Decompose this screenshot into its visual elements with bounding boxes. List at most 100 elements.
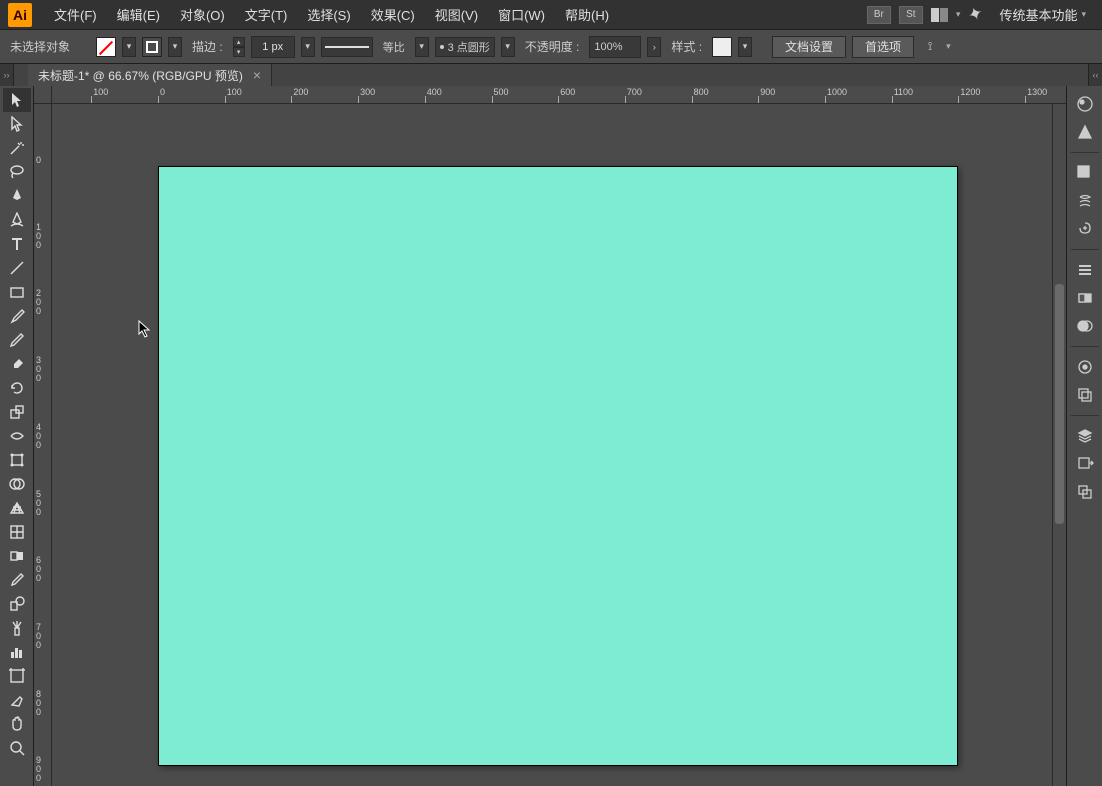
transparency-panel-icon[interactable]	[1072, 314, 1098, 338]
rotate-tool[interactable]	[3, 376, 31, 400]
opacity-label: 不透明度 :	[521, 38, 584, 55]
menu-edit[interactable]: 编辑(E)	[107, 0, 170, 30]
layers-panel-icon[interactable]	[1072, 424, 1098, 448]
gradient-panel-icon[interactable]	[1072, 286, 1098, 310]
rectangle-tool[interactable]	[3, 280, 31, 304]
artboard-tool[interactable]	[3, 664, 31, 688]
menu-type[interactable]: 文字(T)	[235, 0, 298, 30]
opacity-input[interactable]: 100%	[589, 36, 641, 58]
column-graph-tool[interactable]	[3, 640, 31, 664]
chevron-down-icon: ▾	[1081, 9, 1086, 20]
opacity-dropdown[interactable]: ›	[647, 37, 661, 57]
app-logo: Ai	[8, 3, 32, 27]
expand-right-dock-icon[interactable]: ‹‹	[1088, 64, 1102, 86]
symbols-panel-icon[interactable]	[1072, 217, 1098, 241]
brush-dropdown[interactable]: ▾	[501, 37, 515, 57]
stroke-label: 描边 :	[188, 38, 227, 55]
stroke-ratio-label: 等比	[379, 39, 409, 55]
pen-tool[interactable]	[3, 184, 31, 208]
artboard[interactable]	[158, 166, 958, 766]
pin-icon[interactable]: ⟟	[920, 37, 940, 57]
graphic-styles-panel-icon[interactable]	[1072, 383, 1098, 407]
eraser-tool[interactable]	[3, 352, 31, 376]
color-guide-panel-icon[interactable]	[1072, 120, 1098, 144]
toolbox	[0, 86, 34, 786]
perspective-grid-tool[interactable]	[3, 496, 31, 520]
main-area: 1000100200300400500600700800900100011001…	[0, 86, 1102, 786]
arrange-documents-icon[interactable]	[931, 8, 948, 22]
canvas-area: 1000100200300400500600700800900100011001…	[34, 86, 1066, 786]
curvature-tool[interactable]	[3, 208, 31, 232]
menu-window[interactable]: 窗口(W)	[488, 0, 555, 30]
ruler-horizontal[interactable]: 1000100200300400500600700800900100011001…	[52, 86, 1066, 104]
line-tool[interactable]	[3, 256, 31, 280]
scale-tool[interactable]	[3, 400, 31, 424]
stroke-weight-stepper[interactable]: ▴▾	[233, 37, 245, 57]
fill-dropdown[interactable]: ▾	[122, 37, 136, 57]
color-panel-icon[interactable]	[1072, 92, 1098, 116]
control-menu-icon[interactable]: ▾	[946, 41, 951, 52]
swatches-panel-icon[interactable]	[1072, 161, 1098, 185]
menu-bar: Ai 文件(F) 编辑(E) 对象(O) 文字(T) 选择(S) 效果(C) 视…	[0, 0, 1102, 30]
scrollbar-thumb[interactable]	[1055, 284, 1064, 524]
menu-effect[interactable]: 效果(C)	[361, 0, 425, 30]
bridge-icon[interactable]: Br	[867, 6, 891, 24]
brush-definition[interactable]: 3 点圆形	[435, 37, 495, 57]
stroke-profile-dropdown[interactable]: ▾	[415, 37, 429, 57]
fill-swatch[interactable]	[96, 37, 116, 57]
asset-export-panel-icon[interactable]	[1072, 452, 1098, 476]
magic-wand-tool[interactable]	[3, 136, 31, 160]
pencil-tool[interactable]	[3, 328, 31, 352]
eyedropper-tool[interactable]	[3, 568, 31, 592]
vertical-scrollbar[interactable]	[1052, 104, 1066, 786]
ruler-origin[interactable]	[34, 86, 52, 104]
type-tool[interactable]	[3, 232, 31, 256]
width-tool[interactable]	[3, 424, 31, 448]
close-tab-icon[interactable]: ×	[253, 67, 261, 83]
stroke-weight-dropdown[interactable]: ▾	[301, 37, 315, 57]
free-transform-tool[interactable]	[3, 448, 31, 472]
selection-status: 未选择对象	[6, 38, 74, 55]
stroke-swatch[interactable]	[142, 37, 162, 57]
mesh-tool[interactable]	[3, 520, 31, 544]
paintbrush-tool[interactable]	[3, 304, 31, 328]
zoom-tool[interactable]	[3, 736, 31, 760]
workspace-switcher[interactable]: 传统基本功能 ▾	[991, 1, 1094, 28]
style-label: 样式 :	[667, 38, 706, 55]
viewport[interactable]	[52, 104, 1052, 786]
gpu-preview-icon[interactable]: ✦	[965, 2, 986, 27]
symbol-sprayer-tool[interactable]	[3, 616, 31, 640]
style-dropdown[interactable]: ▾	[738, 37, 752, 57]
document-setup-button[interactable]: 文档设置	[772, 36, 846, 58]
direct-selection-tool[interactable]	[3, 112, 31, 136]
menu-view[interactable]: 视图(V)	[425, 0, 488, 30]
expand-left-dock-icon[interactable]: ››	[0, 64, 14, 86]
gradient-tool[interactable]	[3, 544, 31, 568]
stroke-dropdown[interactable]: ▾	[168, 37, 182, 57]
artboards-panel-icon[interactable]	[1072, 480, 1098, 504]
ruler-vertical[interactable]: 0100200300400500600700800900	[34, 104, 52, 786]
stroke-profile-constant[interactable]	[321, 37, 373, 57]
menu-object[interactable]: 对象(O)	[170, 0, 235, 30]
appearance-panel-icon[interactable]	[1072, 355, 1098, 379]
menu-help[interactable]: 帮助(H)	[555, 0, 619, 30]
stroke-panel-icon[interactable]	[1072, 258, 1098, 282]
hand-tool[interactable]	[3, 712, 31, 736]
right-panel-dock	[1066, 86, 1102, 786]
menu-select[interactable]: 选择(S)	[297, 0, 360, 30]
shape-builder-tool[interactable]	[3, 472, 31, 496]
selection-tool[interactable]	[3, 88, 31, 112]
stroke-weight-input[interactable]	[251, 36, 295, 58]
lasso-tool[interactable]	[3, 160, 31, 184]
blend-tool[interactable]	[3, 592, 31, 616]
cursor-icon	[138, 320, 152, 341]
graphic-style-swatch[interactable]	[712, 37, 732, 57]
workspace-label: 传统基本功能	[999, 5, 1077, 24]
brushes-panel-icon[interactable]	[1072, 189, 1098, 213]
preferences-button[interactable]: 首选项	[852, 36, 914, 58]
stock-icon[interactable]: St	[899, 6, 923, 24]
arrange-dropdown-icon[interactable]: ▾	[956, 9, 961, 20]
document-tab[interactable]: 未标题-1* @ 66.67% (RGB/GPU 预览) ×	[28, 64, 272, 86]
slice-tool[interactable]	[3, 688, 31, 712]
menu-file[interactable]: 文件(F)	[44, 0, 107, 30]
